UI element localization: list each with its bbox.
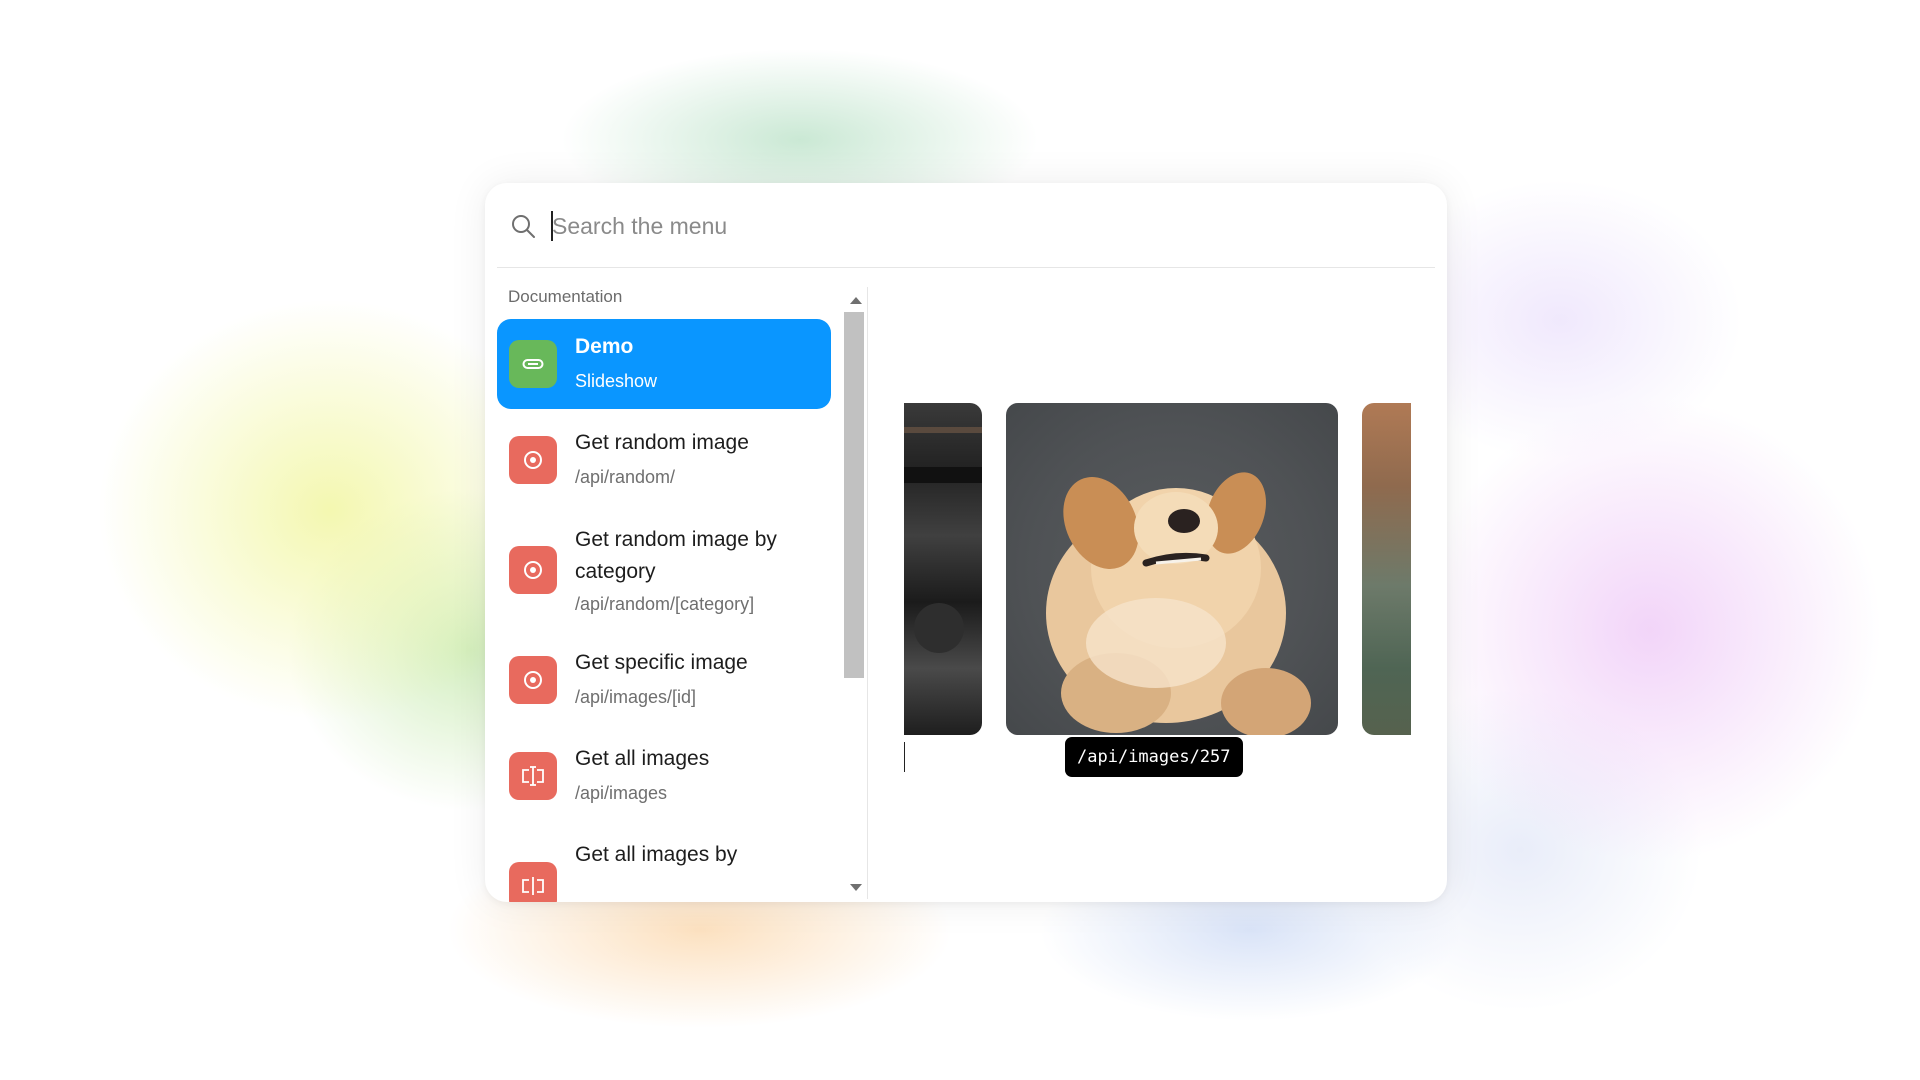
menu-list[interactable]: Documentation Demo Slideshow Get random …: [485, 275, 843, 902]
image-path-tooltip: /api/images/257: [1065, 737, 1243, 777]
menu-item-title: Get all images by: [575, 843, 738, 866]
search-input[interactable]: [552, 203, 1352, 249]
slide-current-image[interactable]: [1006, 403, 1338, 735]
target-icon: [509, 656, 557, 704]
menu-item-subtitle: /api/random/: [575, 467, 676, 487]
menu-item-title: Get specific image: [575, 651, 748, 674]
menu-item-get-all-images[interactable]: Get all images /api/images: [497, 731, 831, 821]
command-palette-dialog: Documentation Demo Slideshow Get random …: [485, 183, 1447, 902]
menu-item-get-random-image[interactable]: Get random image /api/random/: [497, 415, 831, 505]
menu-scrollbar[interactable]: [842, 287, 868, 899]
menu-item-subtitle: /api/images/[id]: [575, 687, 697, 707]
menu-item-subtitle: /api/images: [575, 783, 668, 803]
slide-next-image[interactable]: [1362, 403, 1411, 735]
target-icon: [509, 546, 557, 594]
menu-item-subtitle: Slideshow: [575, 371, 658, 391]
text-cursor: [904, 742, 905, 772]
scroll-up-arrow-icon[interactable]: [850, 297, 862, 304]
text-cursor-icon: [509, 752, 557, 800]
menu-item-subtitle: /api/random/[category]: [575, 594, 755, 614]
target-icon: [509, 436, 557, 484]
link-icon: [509, 340, 557, 388]
menu-item-get-random-image-by-category[interactable]: Get random image by category /api/random…: [497, 511, 831, 629]
search-icon: [512, 215, 535, 238]
scroll-down-arrow-icon[interactable]: [850, 884, 862, 891]
slide-previous-image[interactable]: [904, 403, 982, 735]
dog-photo-image: [1046, 472, 1311, 735]
menu-item-title: Get all images: [575, 747, 710, 770]
slideshow-preview: /api/images/257: [869, 275, 1447, 902]
menu-item-get-specific-image[interactable]: Get specific image /api/images/[id]: [497, 635, 831, 725]
search-bar: [497, 183, 1435, 268]
menu-item-title: Demo: [575, 335, 634, 358]
menu-item-title: Get random image: [575, 431, 749, 454]
menu-item-demo[interactable]: Demo Slideshow: [497, 319, 831, 409]
menu-item-title: Get random image by category: [575, 528, 777, 583]
section-label-documentation: Documentation: [508, 287, 623, 306]
text-cursor-icon: [509, 862, 557, 902]
menu-item-get-all-images-by[interactable]: Get all images by: [497, 827, 831, 902]
scroll-thumb[interactable]: [844, 312, 864, 678]
text-caret: [551, 211, 553, 241]
